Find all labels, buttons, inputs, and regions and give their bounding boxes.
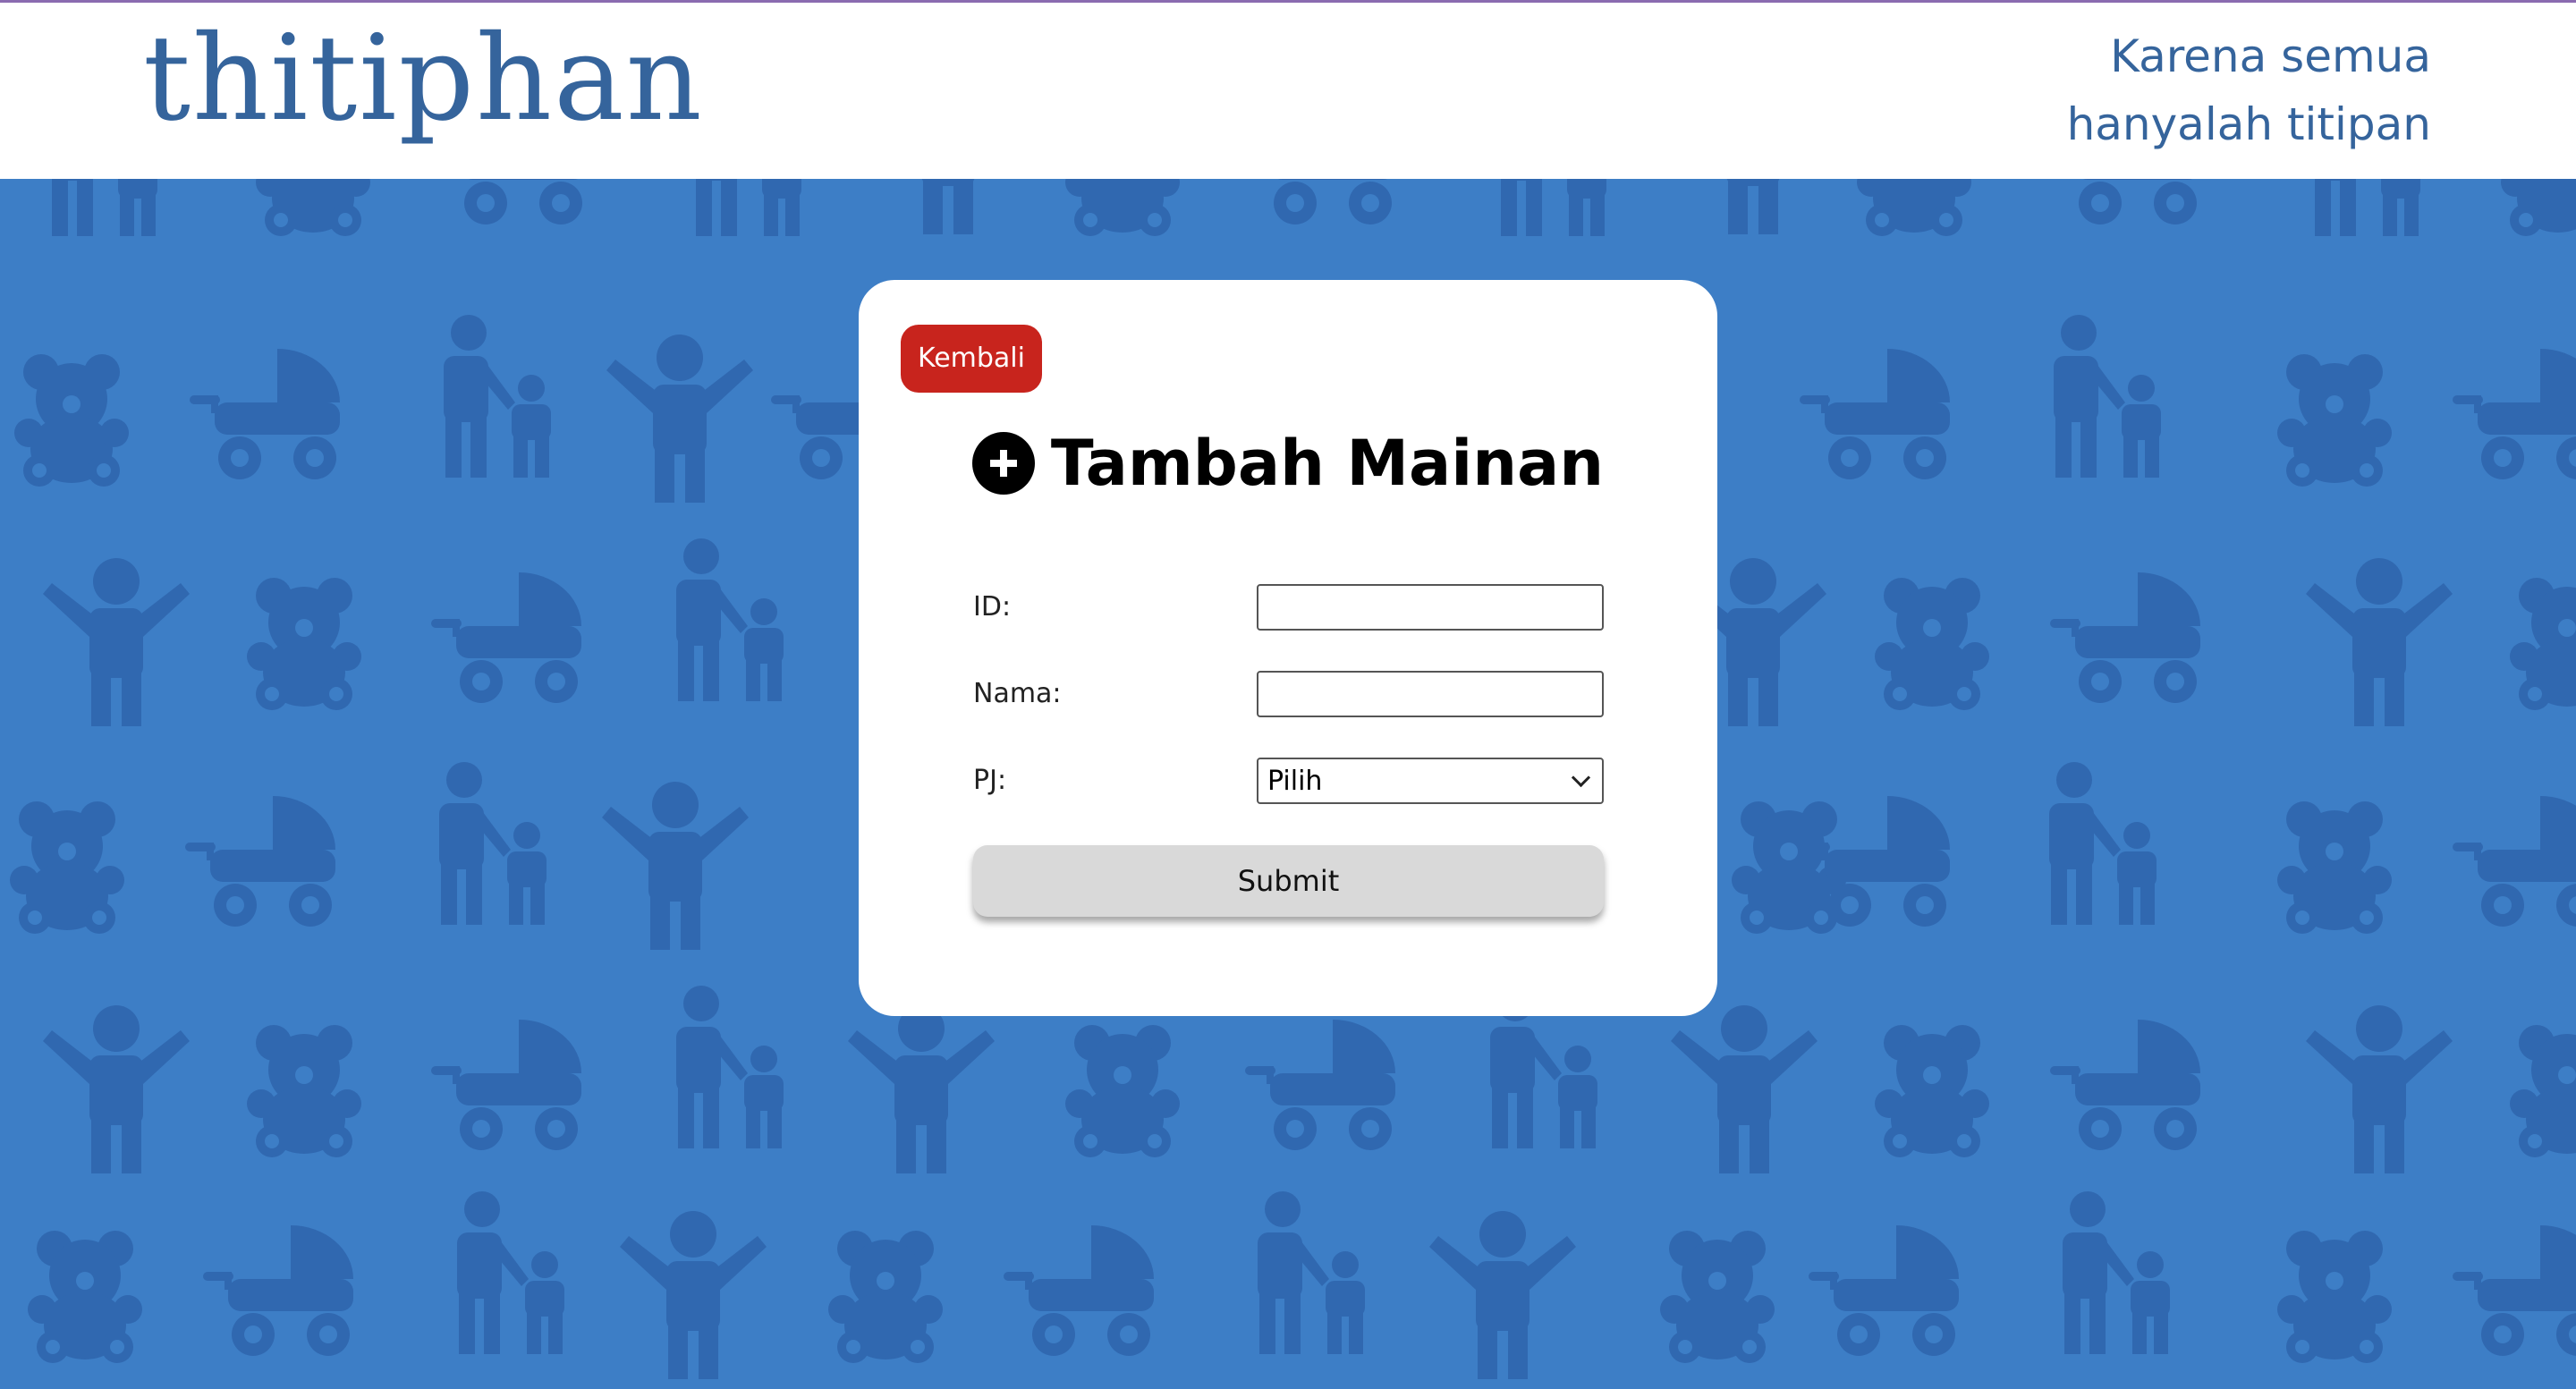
nama-row: Nama: <box>973 671 1604 717</box>
back-button[interactable]: Kembali <box>901 325 1042 393</box>
id-input[interactable] <box>1257 584 1604 631</box>
site-header: thitiphan Karena semua hanyalah titipan <box>0 3 2576 179</box>
title-row: Tambah Mainan <box>859 414 1717 512</box>
page-title: Tambah Mainan <box>1050 427 1605 500</box>
tagline-line-1: Karena semua <box>2110 30 2431 82</box>
id-label: ID: <box>973 591 1012 623</box>
chevron-down-icon <box>1571 767 1591 787</box>
tagline-line-2: hanyalah titipan <box>2066 98 2431 150</box>
nama-label: Nama: <box>973 678 1062 709</box>
pj-row: PJ: Pilih <box>973 758 1604 804</box>
site-tagline: Karena semua hanyalah titipan <box>2067 22 2431 158</box>
add-toy-card: Kembali Tambah Mainan ID: Nama: PJ: Pili… <box>859 280 1717 1016</box>
submit-button[interactable]: Submit <box>973 845 1604 917</box>
nama-input[interactable] <box>1257 671 1604 717</box>
id-row: ID: <box>973 584 1604 631</box>
pj-label: PJ: <box>973 765 1007 796</box>
plus-circle-icon <box>971 432 1035 495</box>
site-logo[interactable]: thitiphan <box>143 12 704 146</box>
pj-select[interactable]: Pilih <box>1257 758 1604 804</box>
pj-select-value: Pilih <box>1267 765 1323 797</box>
